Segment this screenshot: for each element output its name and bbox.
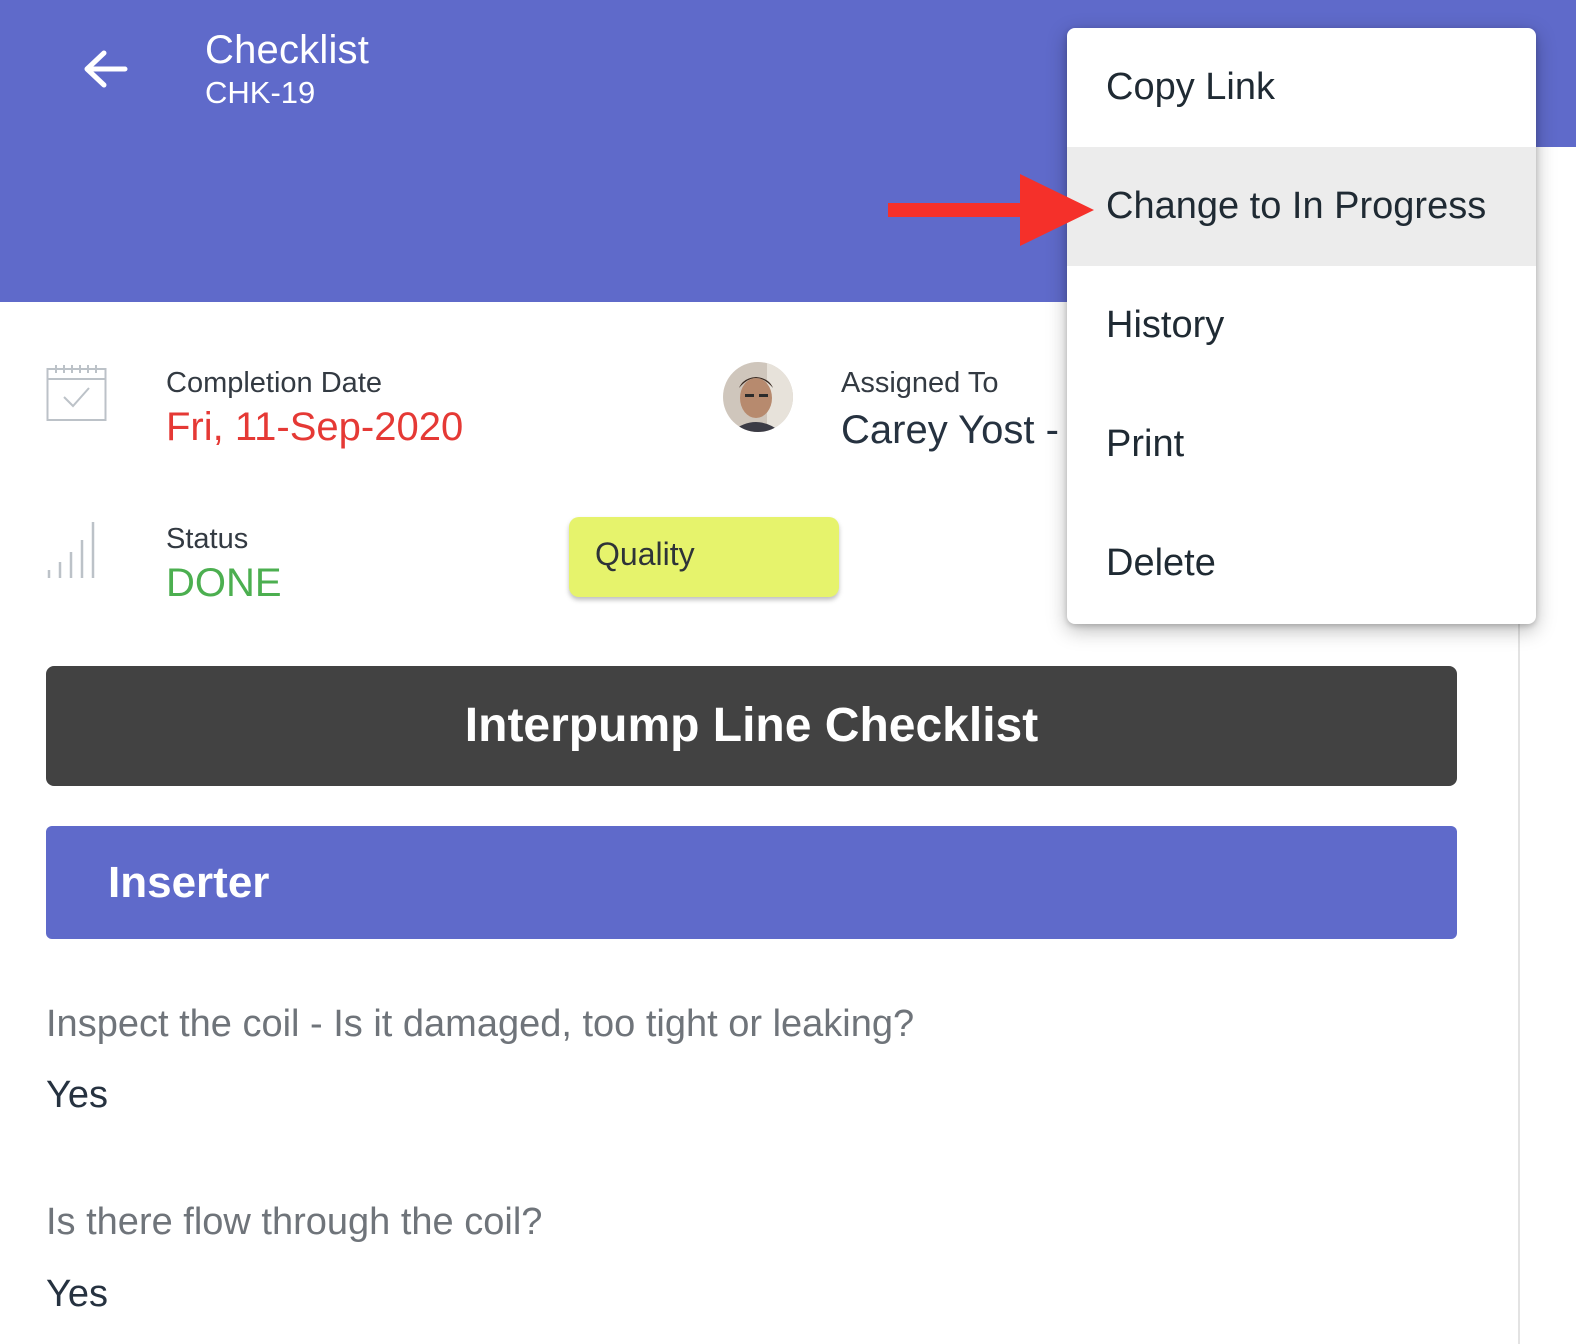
completion-date-label: Completion Date xyxy=(166,367,382,399)
menu-item-delete[interactable]: Delete xyxy=(1067,504,1536,623)
quality-tag[interactable]: Quality xyxy=(569,517,839,597)
page-subtitle: CHK-19 xyxy=(205,75,316,110)
actions-menu: Copy Link Change to In Progress History … xyxy=(1067,28,1536,624)
checklist-answer[interactable]: Yes xyxy=(46,1071,108,1119)
back-button[interactable] xyxy=(72,36,138,102)
assigned-to-label: Assigned To xyxy=(841,367,999,399)
checklist-title: Interpump Line Checklist xyxy=(46,666,1457,786)
annotation-arrow-icon xyxy=(886,172,1096,248)
checklist-question: Inspect the coil - Is it damaged, too ti… xyxy=(46,1003,915,1045)
signal-bars-icon xyxy=(46,518,102,585)
page-title: Checklist xyxy=(205,28,370,72)
checklist-question: Is there flow through the coil? xyxy=(46,1201,543,1243)
avatar xyxy=(723,362,793,432)
menu-item-print[interactable]: Print xyxy=(1067,385,1536,504)
menu-item-history[interactable]: History xyxy=(1067,266,1536,385)
status-label: Status xyxy=(166,523,249,555)
status-value: DONE xyxy=(166,561,282,605)
menu-item-change-to-in-progress[interactable]: Change to In Progress xyxy=(1067,147,1536,266)
completion-date-value: Fri, 11-Sep-2020 xyxy=(166,405,464,449)
arrow-left-icon xyxy=(84,50,128,88)
menu-item-copy-link[interactable]: Copy Link xyxy=(1067,28,1536,147)
section-header[interactable]: Inserter xyxy=(46,826,1457,939)
assigned-to-value: Carey Yost - I xyxy=(841,408,1082,452)
calendar-check-icon xyxy=(46,364,108,427)
checklist-answer[interactable]: Yes xyxy=(46,1270,108,1318)
